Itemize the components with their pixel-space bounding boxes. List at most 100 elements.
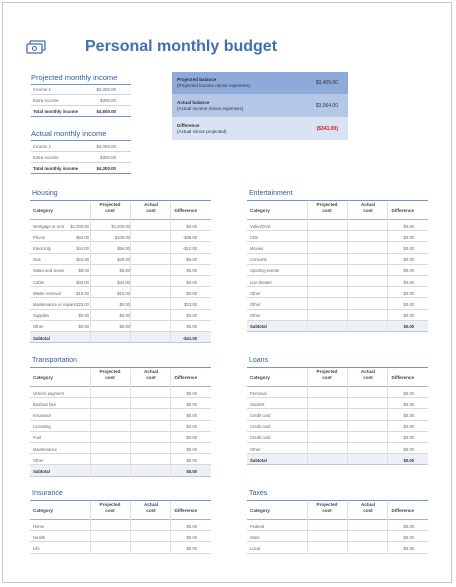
row-difference: $0.00 <box>186 313 197 319</box>
column-divider <box>170 202 171 344</box>
row-difference: $0.00 <box>403 401 414 407</box>
projected-balance-value: $3,405.00 <box>315 80 338 86</box>
row-category: Bus/taxi fare <box>33 401 57 407</box>
header-actual-line1: Actual <box>360 502 376 507</box>
actual-income-heading: Actual monthly income <box>31 129 131 141</box>
header-actual-line1: Actual <box>143 502 159 507</box>
header-actual: Actual cost <box>350 202 386 213</box>
table-row: Bus/taxi fare $0.00 <box>30 398 211 410</box>
table-header: Category Projected cost Actual cost Differenc… <box>247 369 428 387</box>
header-actual-line2: cost <box>146 507 156 513</box>
header-projected: Projected cost <box>309 202 345 213</box>
table-row: Movies $0.00 <box>247 242 428 254</box>
row-category: Life <box>33 545 40 551</box>
row-projected: $23.00 <box>76 301 89 307</box>
table-header: Category Projected cost Actual cost Differenc… <box>30 369 211 387</box>
table-row: CDs $0.00 <box>247 231 428 243</box>
header-projected-line1: Projected <box>99 502 121 507</box>
header-category: Category <box>250 508 270 513</box>
header-actual: Actual cost <box>350 369 386 380</box>
table-row: Mortgage or rent $1,000.00 $1,000.00 $0.00 <box>30 220 211 232</box>
row-projected: $22.00 <box>76 257 89 263</box>
subtotal-label: Subtotal <box>33 468 50 474</box>
column-divider <box>307 502 308 554</box>
header-actual-line1: Actual <box>360 369 376 374</box>
column-divider <box>90 369 91 477</box>
header-category: Category <box>33 508 53 513</box>
row-category: Vehicle payment <box>33 390 64 396</box>
row-category: Credit card <box>250 412 271 418</box>
row-difference: $0.00 <box>403 424 414 430</box>
header-difference: Difference <box>174 375 197 380</box>
title-rule <box>30 367 211 369</box>
projected-balance-note: (Projected income minus expenses) <box>177 83 251 88</box>
table-row: Credit card $0.00 <box>247 432 428 443</box>
column-divider <box>130 502 131 554</box>
row-difference: $0.00 <box>186 290 197 296</box>
row-actual: $100.00 <box>114 234 130 240</box>
column-divider <box>90 502 91 554</box>
row-projected: $44.00 <box>76 245 89 251</box>
row-difference: $0.00 <box>403 223 414 229</box>
row-category: Maintenance or repairs <box>33 301 76 307</box>
table-header: Category Projected cost Actual cost Differenc… <box>247 502 428 520</box>
row-category: Sporting events <box>250 268 280 274</box>
table-row: Cable $34.00 $34.00 $0.00 <box>30 276 211 288</box>
row-projected: $1,000.00 <box>70 223 89 229</box>
column-divider <box>170 369 171 477</box>
subtotal-value: -$41.00 <box>182 335 197 341</box>
row-category: Insurance <box>33 412 52 418</box>
projected-balance-label: Projected balance <box>177 77 217 82</box>
row-difference: $0.00 <box>403 545 414 551</box>
table-row: Sporting events $0.00 <box>247 265 428 276</box>
row-category: Phone <box>33 234 46 240</box>
table-row: Electricity $44.00 $56.00 -$12.00 <box>30 242 211 254</box>
row-projected: $8.00 <box>78 268 89 274</box>
row-category: Local <box>250 545 261 551</box>
column-divider <box>307 202 308 332</box>
projected-income-row: Income 1 $4,300.00 <box>31 84 131 95</box>
projected-balance-box: Projected balance (Projected income minu… <box>172 72 348 94</box>
table-row: Concerts $0.00 <box>247 254 428 265</box>
row-difference: $0.00 <box>403 313 414 319</box>
row-actual: $10.00 <box>117 290 130 296</box>
row-difference: $0.00 <box>186 324 197 330</box>
row-difference: $0.00 <box>403 390 414 396</box>
row-actual: $56.00 <box>117 245 130 251</box>
table-row: State $0.00 <box>247 531 428 543</box>
header-actual-line2: cost <box>363 374 373 380</box>
table-row: Local $0.00 <box>247 542 428 554</box>
header-actual-line1: Actual <box>143 369 159 374</box>
header-projected-line1: Projected <box>99 202 121 207</box>
row-projected: $0.00 <box>78 313 89 319</box>
actual-balance-label: Actual balance <box>177 100 210 105</box>
table-row: Credit card $0.00 <box>247 421 428 432</box>
header-projected-line1: Projected <box>316 202 338 207</box>
row-category: Home <box>33 523 45 529</box>
table-row: Other $0.00 $0.00 $0.00 <box>30 321 211 332</box>
header-actual-line1: Actual <box>360 202 376 207</box>
housing-title: Housing <box>32 190 58 197</box>
subtotal-value: $0.00 <box>403 457 414 463</box>
column-divider <box>347 202 348 332</box>
header-projected-line1: Projected <box>99 369 121 374</box>
header-projected-line1: Projected <box>316 369 338 374</box>
row-difference: $0.00 <box>403 523 414 529</box>
row-difference: $0.00 <box>186 435 197 441</box>
table-row: Personal $0.00 <box>247 387 428 399</box>
row-category: Federal <box>250 523 265 529</box>
difference-value: ($341.00) <box>316 126 338 132</box>
column-divider <box>347 369 348 466</box>
header-projected-line2: cost <box>105 374 115 380</box>
taxes-title: Taxes <box>249 490 268 497</box>
row-category: Live theater <box>250 279 272 285</box>
row-difference: -$6.00 <box>185 257 197 263</box>
row-projected: $54.00 <box>76 234 89 240</box>
actual-balance-note: (Actual income minus expenses) <box>177 106 244 111</box>
projected-income-row: Extra income $300.00 <box>31 95 131 106</box>
difference-box: Difference (Actual minus projected) ($34… <box>172 117 348 140</box>
transportation-title: Transportation <box>32 357 77 364</box>
row-category: Credit card <box>250 424 271 430</box>
row-difference: $0.00 <box>186 446 197 452</box>
row-category: Other <box>250 313 261 319</box>
